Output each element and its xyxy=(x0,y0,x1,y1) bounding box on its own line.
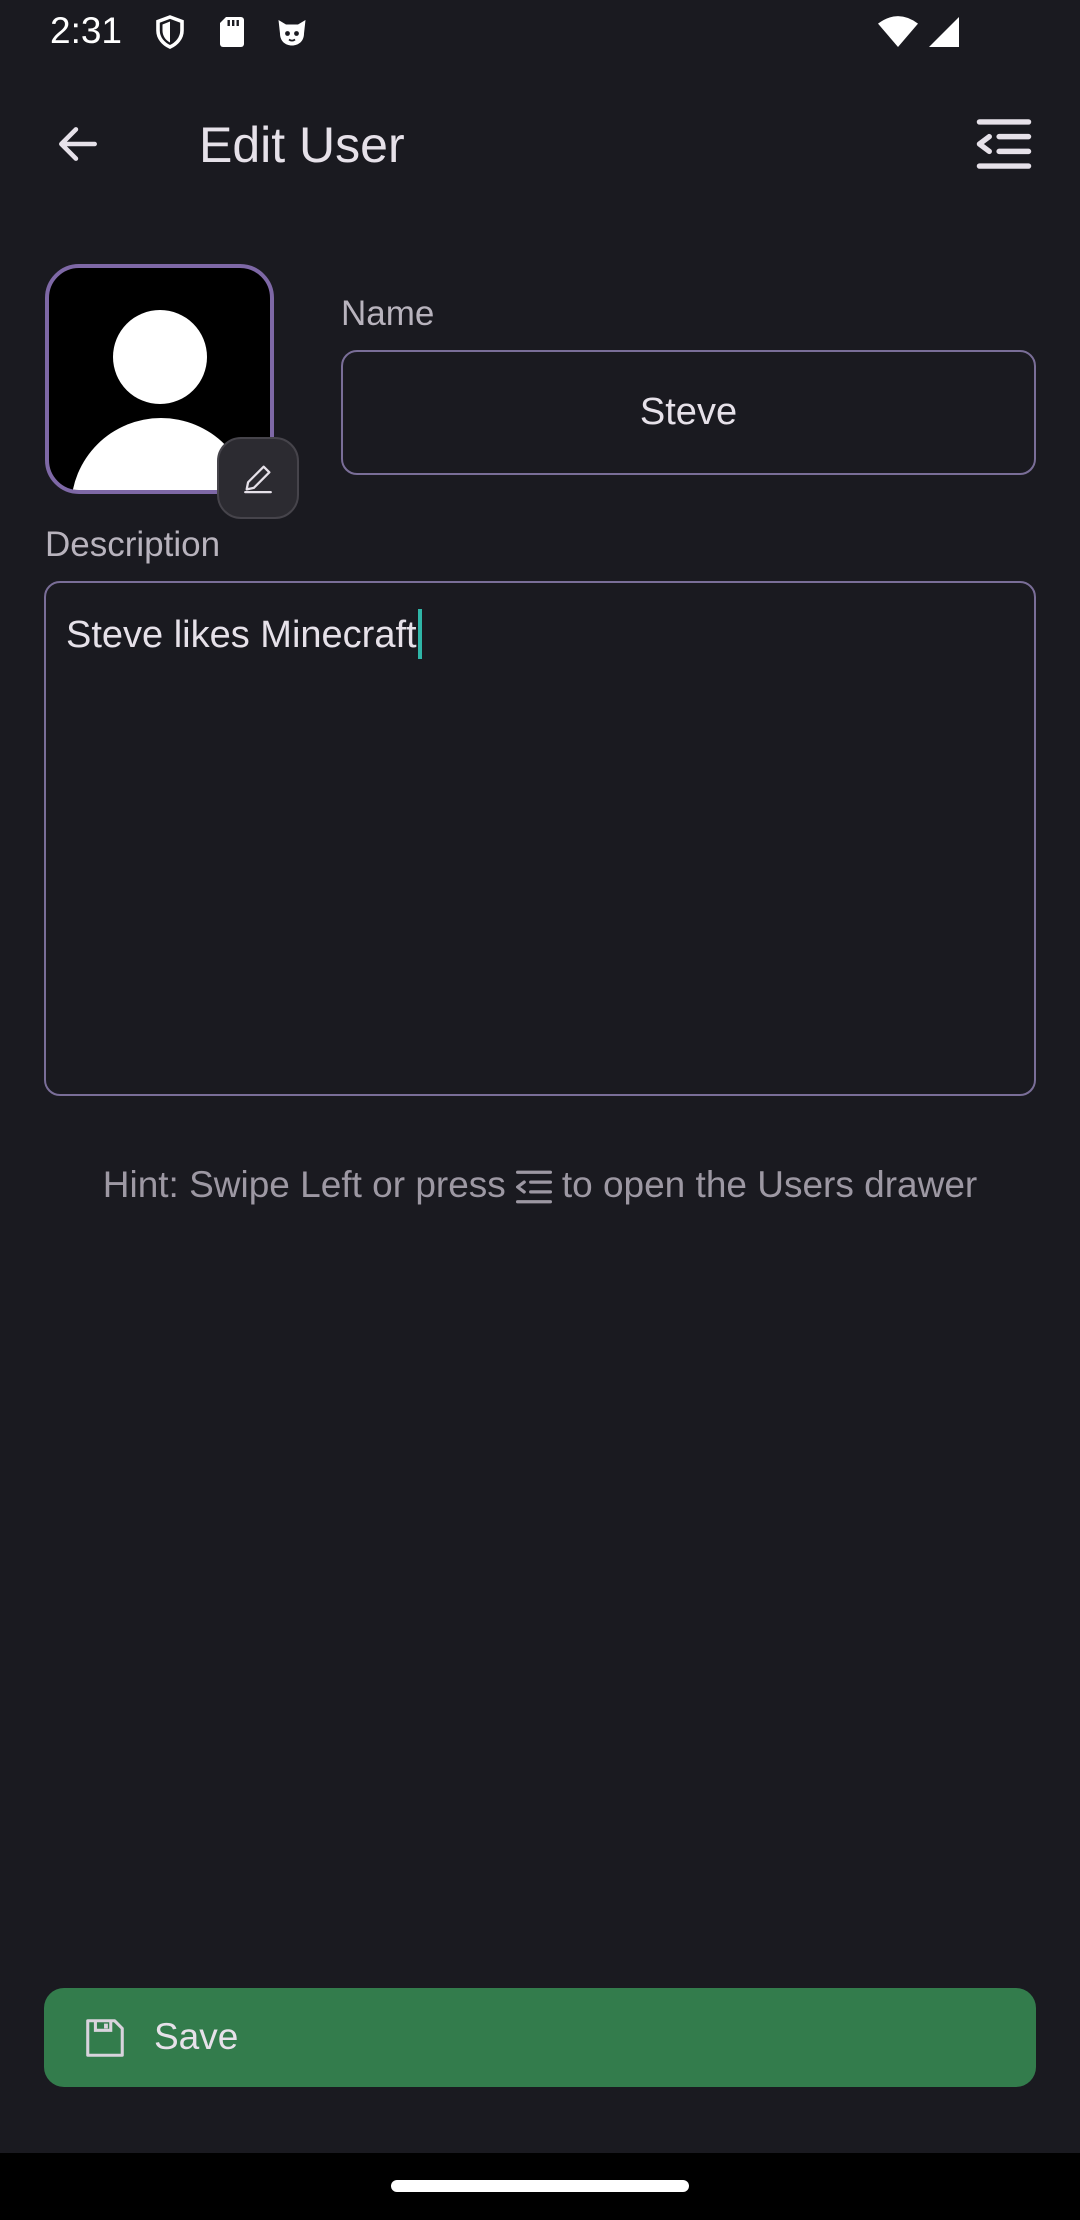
edit-avatar-button[interactable] xyxy=(217,437,299,519)
wifi-icon xyxy=(878,16,918,47)
status-bar: 2:31 xyxy=(0,0,1080,66)
name-label: Name xyxy=(341,294,435,333)
cat-face-icon xyxy=(278,20,306,46)
sd-card-icon xyxy=(220,17,244,47)
description-field-value: Steve likes Minecraft xyxy=(66,614,417,656)
name-field[interactable]: Steve xyxy=(341,350,1036,475)
home-gesture-handle[interactable] xyxy=(391,2180,689,2192)
description-field[interactable]: Steve likes Minecraft xyxy=(44,581,1036,1096)
text-cursor xyxy=(417,609,422,659)
page-title: Edit User xyxy=(199,117,405,173)
hint-prefix: Hint: Swipe Left or press xyxy=(102,1164,506,1205)
menu-open-icon xyxy=(976,119,1032,169)
hint-suffix: to open the Users drawer xyxy=(561,1164,978,1205)
menu-open-icon xyxy=(515,1170,552,1204)
edit-user-screen: 2:31 Edit User Name Steve Description St… xyxy=(0,0,1080,2220)
open-users-drawer-button[interactable] xyxy=(964,104,1044,184)
description-field-text: Steve likes Minecraft xyxy=(66,609,422,659)
avatar-head xyxy=(113,310,207,404)
name-field-value: Steve xyxy=(639,391,738,433)
system-navigation-bar xyxy=(0,2153,1080,2220)
description-label: Description xyxy=(45,525,221,564)
status-time: 2:31 xyxy=(50,10,123,51)
drawer-hint: Hint: Swipe Left or press to open the Us… xyxy=(0,1164,1080,1206)
cellular-signal-icon xyxy=(929,17,959,47)
back-button[interactable] xyxy=(38,104,118,184)
shield-icon xyxy=(156,15,184,49)
save-button[interactable]: Save xyxy=(44,1988,1036,2087)
arrow-back-icon xyxy=(59,127,97,161)
save-icon xyxy=(86,2019,124,2057)
top-app-bar: Edit User xyxy=(0,82,1080,206)
pencil-icon xyxy=(244,465,272,494)
save-button-label: Save xyxy=(154,2016,239,2057)
